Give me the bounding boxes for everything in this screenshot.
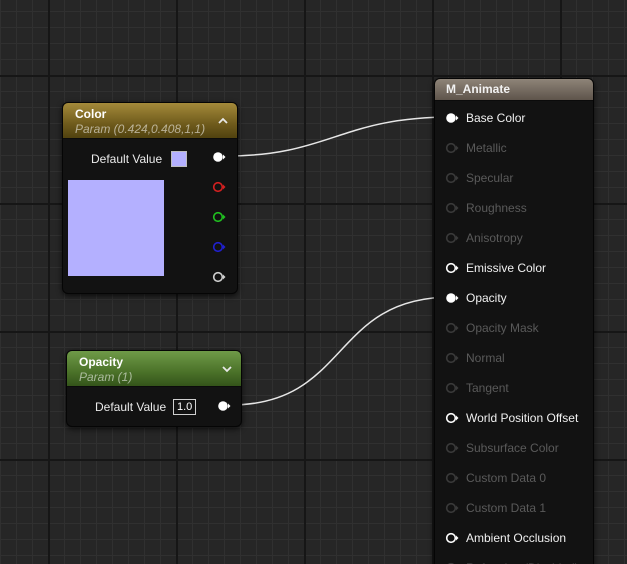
material-input-row[interactable]: Custom Data 1 (435, 493, 593, 523)
input-pin-icon[interactable] (445, 532, 459, 544)
wire-opacity-to-opacity (229, 296, 453, 406)
output-pin-a[interactable] (212, 271, 226, 283)
wire-color-to-base-color (225, 116, 453, 157)
material-input-row[interactable]: Opacity (435, 283, 593, 313)
material-input-row[interactable]: Metallic (435, 133, 593, 163)
material-input-label: Custom Data 0 (466, 471, 547, 485)
material-input-label: Base Color (466, 111, 526, 125)
material-input-label: Metallic (466, 141, 507, 155)
node-subtitle: Param (1) (79, 370, 133, 384)
material-input-row[interactable]: Anisotropy (435, 223, 593, 253)
node-title: Color (75, 107, 107, 121)
material-input-label: Normal (466, 351, 505, 365)
material-input-row[interactable]: Specular (435, 163, 593, 193)
color-param-node[interactable]: Color Param (0.424,0.408,1,1) Default Va… (62, 102, 238, 294)
material-input-label: Specular (466, 171, 514, 185)
input-pin-icon[interactable] (445, 442, 459, 454)
color-node-header[interactable]: Color Param (0.424,0.408,1,1) (63, 103, 237, 139)
material-input-label: Custom Data 1 (466, 501, 547, 515)
output-pin-g[interactable] (212, 211, 226, 223)
material-input-label: World Position Offset (466, 411, 579, 425)
material-input-label: Tangent (466, 381, 509, 395)
material-input-row[interactable]: World Position Offset (435, 403, 593, 433)
default-value-label: Default Value (95, 400, 167, 414)
input-pin-icon[interactable] (445, 292, 459, 304)
material-input-row[interactable]: Custom Data 0 (435, 463, 593, 493)
output-pin-r[interactable] (212, 181, 226, 193)
input-pin-icon[interactable] (445, 322, 459, 334)
material-input-label: Opacity (466, 291, 507, 305)
default-value-field[interactable]: 1.0 (173, 399, 197, 415)
material-node-title: M_Animate (435, 79, 593, 101)
input-pin-icon[interactable] (445, 382, 459, 394)
input-pin-icon[interactable] (445, 172, 459, 184)
input-pin-icon[interactable] (445, 232, 459, 244)
input-pin-icon[interactable] (445, 502, 459, 514)
input-pin-icon[interactable] (445, 112, 459, 124)
material-input-label: Emissive Color (466, 261, 547, 275)
color-value-swatch[interactable] (171, 151, 187, 167)
material-input-row[interactable]: Emissive Color (435, 253, 593, 283)
material-input-row[interactable]: Tangent (435, 373, 593, 403)
opacity-param-node[interactable]: Opacity Param (1) Default Value 1.0 (66, 350, 242, 427)
default-value-label: Default Value (91, 152, 163, 166)
input-pin-icon[interactable] (445, 412, 459, 424)
input-pin-icon[interactable] (445, 202, 459, 214)
input-pin-icon[interactable] (445, 142, 459, 154)
material-input-row[interactable]: Base Color (435, 103, 593, 133)
opacity-node-header[interactable]: Opacity Param (1) (67, 351, 241, 387)
material-input-label: Ambient Occlusion (466, 531, 567, 545)
material-input-row[interactable]: Opacity Mask (435, 313, 593, 343)
material-result-node[interactable]: M_Animate Base Color Metallic Specular Roug… (434, 78, 594, 564)
material-input-label: Opacity Mask (466, 321, 539, 335)
output-pin-rgba[interactable] (212, 151, 226, 163)
input-pin-icon[interactable] (445, 352, 459, 364)
chevron-down-icon[interactable] (221, 363, 233, 375)
output-pin-b[interactable] (212, 241, 226, 253)
node-subtitle: Param (0.424,0.408,1,1) (75, 122, 206, 136)
material-input-label: Roughness (466, 201, 527, 215)
graph-canvas[interactable]: Color Param (0.424,0.408,1,1) Default Va… (0, 0, 627, 564)
input-pin-icon[interactable] (445, 472, 459, 484)
material-input-row[interactable]: Normal (435, 343, 593, 373)
input-pin-icon[interactable] (445, 262, 459, 274)
output-pin-value[interactable] (217, 400, 231, 412)
chevron-up-icon[interactable] (217, 115, 229, 127)
material-input-row[interactable]: Refraction (Disabled) (435, 553, 593, 564)
material-input-row[interactable]: Subsurface Color (435, 433, 593, 463)
material-input-label: Subsurface Color (466, 441, 559, 455)
material-input-label: Anisotropy (466, 231, 523, 245)
node-title: Opacity (79, 355, 124, 369)
material-input-row[interactable]: Roughness (435, 193, 593, 223)
material-input-row[interactable]: Ambient Occlusion (435, 523, 593, 553)
color-preview-swatch (68, 180, 164, 276)
